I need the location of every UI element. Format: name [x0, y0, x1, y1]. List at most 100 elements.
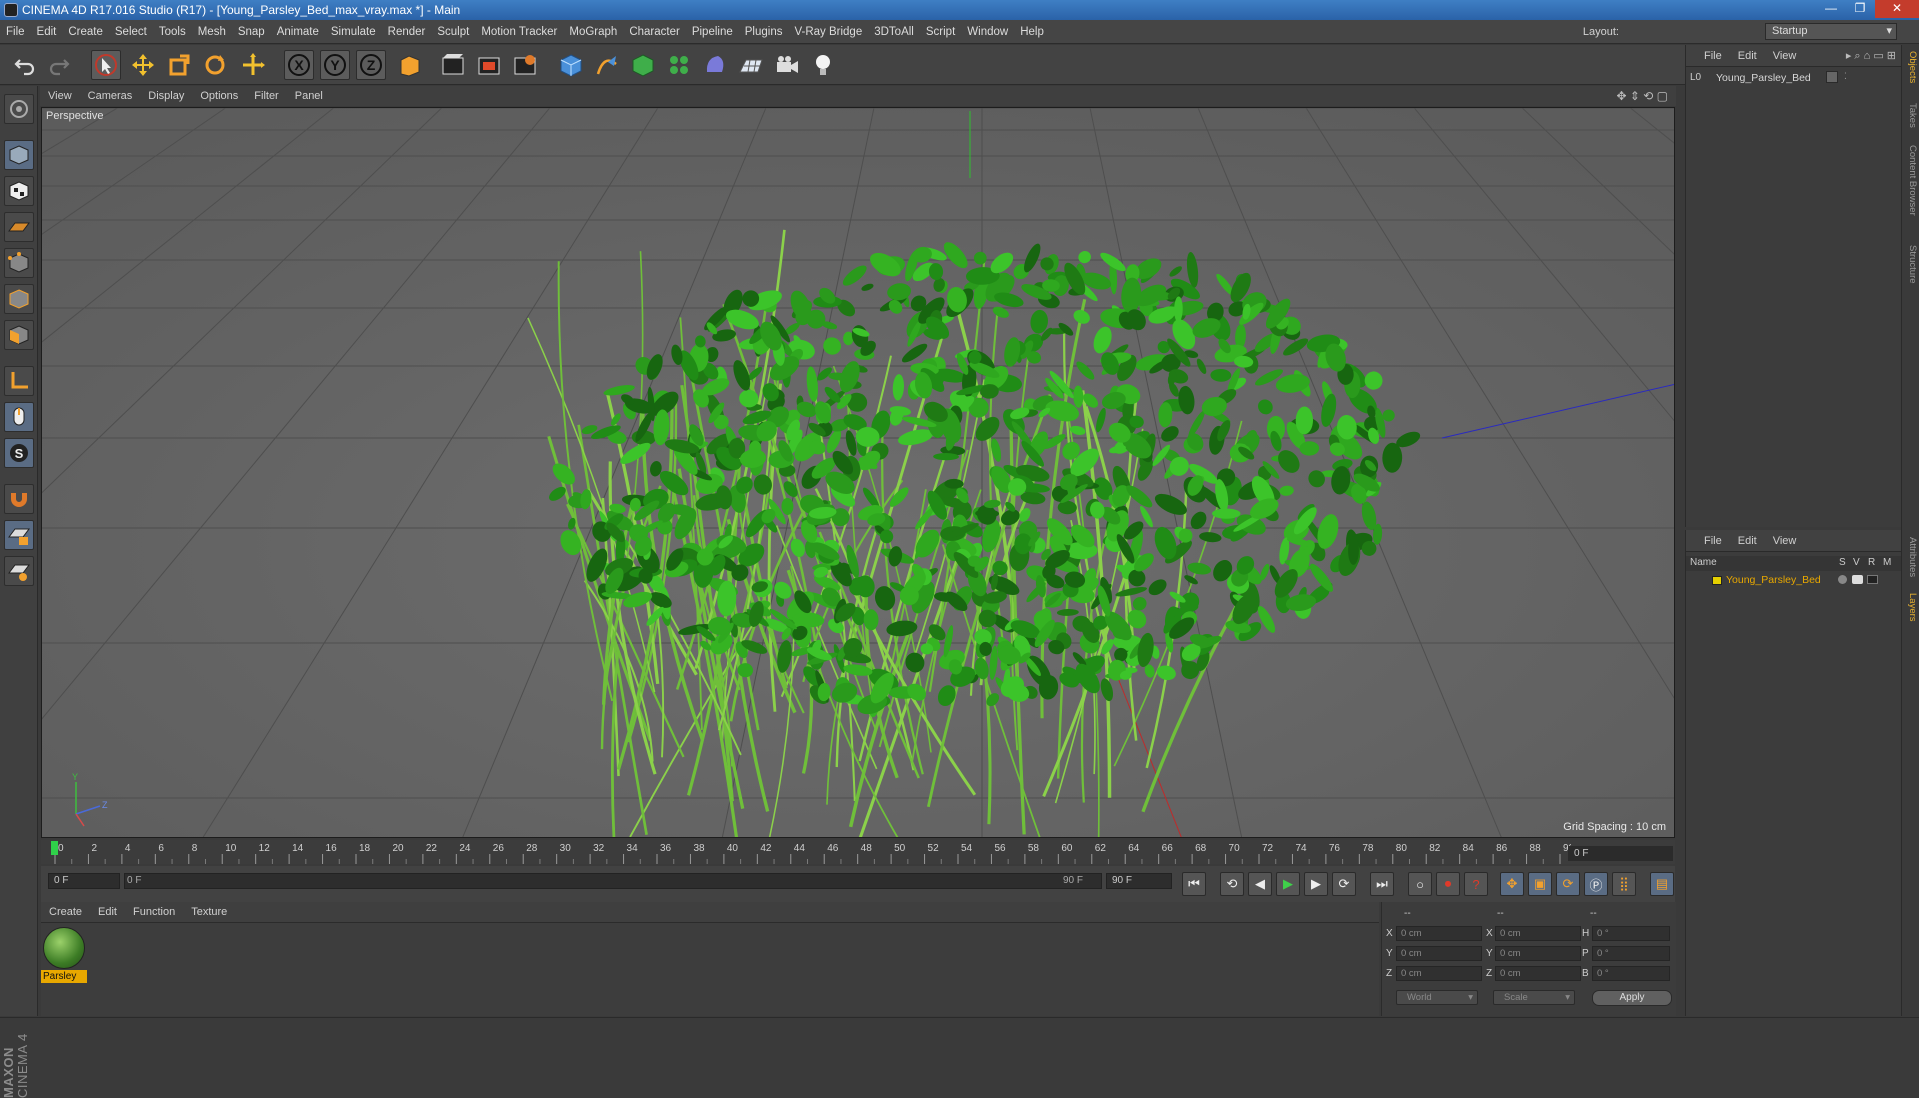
menu-mesh[interactable]: Mesh — [192, 20, 232, 44]
apply-button[interactable]: Apply — [1592, 990, 1672, 1006]
solo-toggle-icon[interactable] — [1838, 575, 1847, 584]
rotation-field[interactable]: 0 ° — [1592, 966, 1670, 981]
redo-button[interactable] — [44, 50, 74, 80]
layer-color-swatch[interactable] — [1712, 576, 1722, 585]
visible-toggle-icon[interactable] — [1852, 575, 1863, 584]
edges-mode-button[interactable] — [4, 284, 34, 314]
polygons-mode-button[interactable] — [4, 320, 34, 350]
keyframe-selection-button[interactable]: ? — [1464, 872, 1488, 896]
menu-v-ray-bridge[interactable]: V-Ray Bridge — [788, 20, 868, 44]
transform-tool[interactable] — [238, 50, 268, 80]
spline-pen-button[interactable] — [592, 50, 622, 80]
rotation-field[interactable]: 0 ° — [1592, 946, 1670, 961]
object-menu-file[interactable]: File — [1696, 45, 1730, 67]
position-field[interactable]: 0 cm — [1396, 966, 1482, 981]
menu-create[interactable]: Create — [62, 20, 109, 44]
viewport-nav-icons[interactable]: ✥ ⇕ ⟲ ▢ — [1616, 89, 1668, 103]
tab-content-browser[interactable]: Content Browser — [1904, 145, 1918, 216]
viewport-menu-view[interactable]: View — [40, 86, 80, 106]
play-button[interactable]: ▶ — [1276, 872, 1300, 896]
viewport-menu-display[interactable]: Display — [140, 86, 192, 106]
object-menu-view[interactable]: View — [1765, 45, 1805, 67]
key-parameter-button[interactable]: Ⓟ — [1584, 872, 1608, 896]
menu-3dtoall[interactable]: 3DToAll — [868, 20, 920, 44]
tab-structure[interactable]: Structure — [1904, 245, 1918, 284]
minimize-button[interactable]: — — [1817, 0, 1845, 18]
live-selection-tool[interactable] — [91, 50, 121, 80]
material-menu-create[interactable]: Create — [41, 902, 90, 922]
key-position-button[interactable]: ✥ — [1500, 872, 1524, 896]
position-field[interactable]: 0 cm — [1396, 946, 1482, 961]
size-field[interactable]: 0 cm — [1495, 946, 1581, 961]
menu-render[interactable]: Render — [382, 20, 432, 44]
texture-mode-button[interactable] — [4, 176, 34, 206]
menu-snap[interactable]: Snap — [232, 20, 271, 44]
model-mode-button[interactable] — [4, 140, 34, 170]
timeline-ruler[interactable]: 0 2 4 6 8 10 12 14 16 18 20 22 24 26 28 30 32 34 36 38 40 42 4… — [41, 840, 1675, 864]
workplane-mode-button[interactable] — [4, 212, 34, 242]
layout-select[interactable]: Startup ▾ — [1765, 23, 1897, 40]
go-to-end-button[interactable]: ⏭ — [1370, 872, 1394, 896]
camera-object-button[interactable] — [772, 50, 802, 80]
material-menu-edit[interactable]: Edit — [90, 902, 125, 922]
layer-tag-icon[interactable] — [1826, 71, 1838, 83]
object-menu-edit[interactable]: Edit — [1730, 45, 1765, 67]
previous-frame-button[interactable]: ◀ — [1248, 872, 1272, 896]
viewport-menu-filter[interactable]: Filter — [246, 86, 286, 106]
floor-object-button[interactable] — [736, 50, 766, 80]
maximize-button[interactable]: ❐ — [1846, 0, 1874, 18]
tab-takes[interactable]: Takes — [1904, 103, 1918, 128]
tab-layers[interactable]: Layers — [1904, 593, 1918, 622]
make-editable-button[interactable] — [4, 94, 34, 124]
menu-simulate[interactable]: Simulate — [325, 20, 382, 44]
key-scale-button[interactable]: ▣ — [1528, 872, 1552, 896]
perspective-viewport[interactable]: Y Z Perspective Grid Spacing : 10 cm — [41, 107, 1675, 838]
render-settings-button[interactable] — [510, 50, 540, 80]
layer-menu-edit[interactable]: Edit — [1730, 530, 1765, 552]
preview-range-slider[interactable]: 0 F 90 F — [124, 873, 1102, 889]
cube-object-button[interactable] — [556, 50, 586, 80]
key-point-level-button[interactable]: ⣿ — [1612, 872, 1636, 896]
coordinate-space-select[interactable]: World ▾ — [1396, 990, 1478, 1005]
layer-menu-file[interactable]: File — [1696, 530, 1730, 552]
menu-character[interactable]: Character — [623, 20, 686, 44]
undo-button[interactable] — [10, 50, 40, 80]
points-mode-button[interactable] — [4, 248, 34, 278]
object-manager-tool-icons[interactable]: ▸ ⌕ ⌂ ▭ ⊞ — [1846, 49, 1896, 63]
layer-menu-view[interactable]: View — [1765, 530, 1805, 552]
next-frame-button[interactable]: ▶ — [1304, 872, 1328, 896]
go-to-start-button[interactable]: ⏮ — [1182, 872, 1206, 896]
deformer-button[interactable] — [700, 50, 730, 80]
z-axis-lock-button[interactable]: Z — [356, 50, 386, 80]
menu-mograph[interactable]: MoGraph — [563, 20, 623, 44]
start-frame-field[interactable]: 0 F — [48, 873, 120, 889]
rotate-tool[interactable] — [200, 50, 230, 80]
menu-tools[interactable]: Tools — [153, 20, 192, 44]
axis-mode-button[interactable] — [4, 366, 34, 396]
next-key-button[interactable]: ⟳ — [1332, 872, 1356, 896]
visibility-dots-icon[interactable]: ⁚ — [1844, 71, 1847, 82]
subdivision-surface-button[interactable] — [628, 50, 658, 80]
solo-mode-button[interactable]: S — [4, 438, 34, 468]
menu-select[interactable]: Select — [109, 20, 153, 44]
material-menu-function[interactable]: Function — [125, 902, 183, 922]
menu-motion-tracker[interactable]: Motion Tracker — [475, 20, 563, 44]
scale-tool[interactable] — [164, 50, 194, 80]
autokey-button[interactable]: ⏺ — [1436, 872, 1460, 896]
tab-attributes[interactable]: Attributes — [1904, 537, 1918, 577]
render-toggle-icon[interactable] — [1867, 575, 1878, 584]
rotation-field[interactable]: 0 ° — [1592, 926, 1670, 941]
timeline-window-button[interactable]: ▤ — [1650, 872, 1674, 896]
current-frame-field[interactable]: 0 F — [1568, 846, 1673, 861]
menu-pipeline[interactable]: Pipeline — [686, 20, 739, 44]
planar-workplane-button[interactable] — [4, 556, 34, 586]
x-axis-lock-button[interactable]: X — [284, 50, 314, 80]
y-axis-lock-button[interactable]: Y — [320, 50, 350, 80]
viewport-menu-cameras[interactable]: Cameras — [80, 86, 141, 106]
previous-key-button[interactable]: ⟲ — [1220, 872, 1244, 896]
menu-plugins[interactable]: Plugins — [739, 20, 789, 44]
render-to-picture-viewer-button[interactable] — [474, 50, 504, 80]
close-button[interactable]: ✕ — [1875, 0, 1919, 18]
snapping-button[interactable] — [4, 484, 34, 514]
menu-edit[interactable]: Edit — [31, 20, 63, 44]
